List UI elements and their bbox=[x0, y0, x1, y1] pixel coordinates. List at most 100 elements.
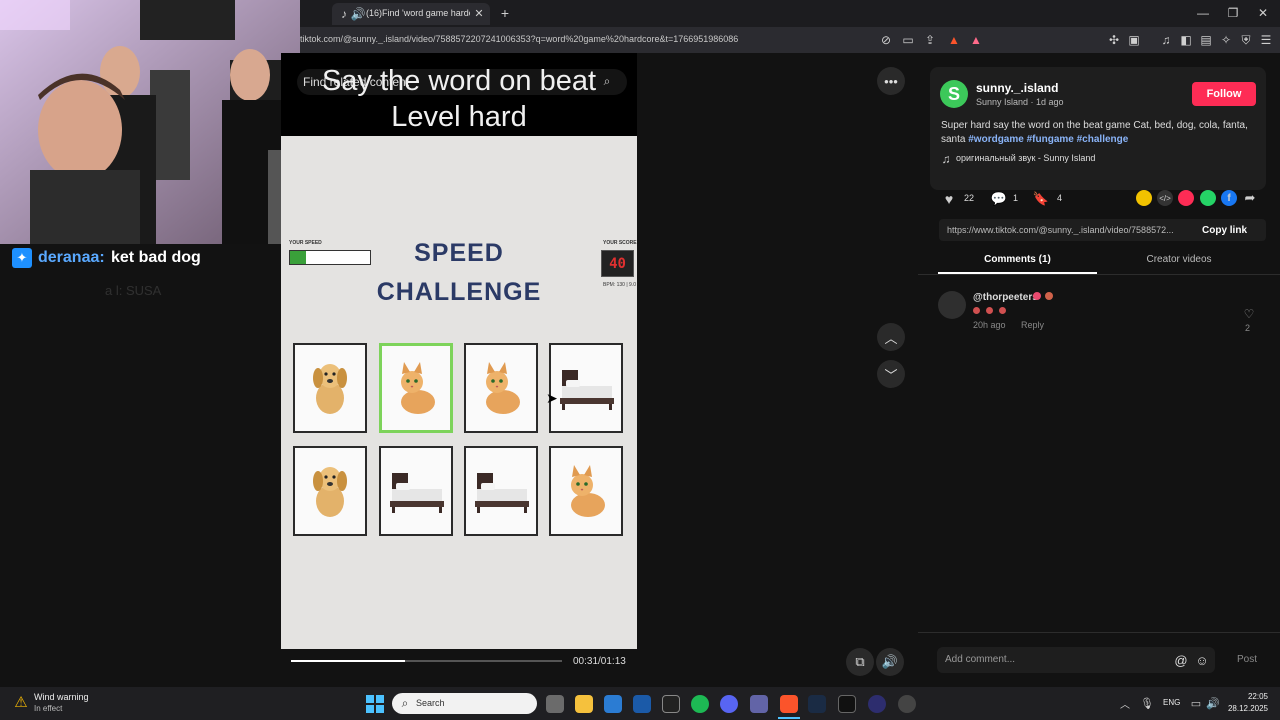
epic-games-icon[interactable] bbox=[662, 695, 680, 713]
screenshot-icon[interactable]: ▣ bbox=[1126, 32, 1142, 48]
hashtag[interactable]: #challenge bbox=[1077, 134, 1129, 145]
sidebar-icon[interactable]: ◧ bbox=[1178, 32, 1194, 48]
webcam-overlay bbox=[0, 0, 300, 244]
store-icon[interactable] bbox=[604, 695, 622, 713]
minimize-icon[interactable]: — bbox=[1196, 5, 1210, 21]
new-tab-icon[interactable]: + bbox=[498, 5, 512, 21]
chat-message: ket bad dog bbox=[111, 249, 201, 266]
speaker-icon[interactable]: 🔊 bbox=[351, 7, 366, 21]
menu-icon[interactable]: ☰ bbox=[1258, 32, 1274, 48]
comment-avatar[interactable] bbox=[938, 291, 966, 319]
bed-icon bbox=[560, 370, 614, 410]
next-video-icon[interactable]: ﹀ bbox=[877, 360, 905, 388]
telegram-icon[interactable] bbox=[633, 695, 651, 713]
comment-count: 1 bbox=[1013, 193, 1019, 203]
emoji-icon[interactable]: ☺ bbox=[1194, 652, 1210, 668]
brave-shield-icon[interactable]: ▲ bbox=[946, 32, 962, 48]
tab-creator-videos[interactable]: Creator videos bbox=[1098, 250, 1260, 274]
save-count: 4 bbox=[1057, 193, 1063, 203]
heart-icon[interactable]: ♥ bbox=[940, 190, 958, 208]
rewards-icon[interactable]: ▲ bbox=[968, 32, 984, 48]
volume-icon[interactable]: 🔊 bbox=[876, 648, 904, 676]
author-username[interactable]: sunny._.island bbox=[976, 81, 1058, 95]
music-note-icon: ♫ bbox=[941, 152, 951, 166]
microphone-icon[interactable]: 🎙 bbox=[1140, 696, 1154, 710]
spotify-icon[interactable] bbox=[691, 695, 709, 713]
comment-like-icon[interactable]: ♡ bbox=[1242, 307, 1256, 321]
card-cat bbox=[549, 446, 623, 536]
follow-button[interactable]: Follow bbox=[1192, 82, 1256, 106]
task-view-icon[interactable] bbox=[546, 695, 564, 713]
send-icon[interactable] bbox=[1178, 190, 1194, 206]
hashtag[interactable]: #fungame bbox=[1027, 134, 1074, 145]
obs-icon[interactable] bbox=[868, 695, 886, 713]
whatsapp-icon[interactable] bbox=[1200, 190, 1216, 206]
more-options-icon[interactable]: ••• bbox=[877, 67, 905, 95]
video-time: 00:31/01:13 bbox=[573, 656, 626, 667]
card-dog bbox=[293, 446, 367, 536]
comment-username[interactable]: @thorpeeters bbox=[973, 292, 1038, 303]
volume-tray-icon[interactable]: 🔊 bbox=[1206, 696, 1220, 710]
share-icon[interactable]: ⇪ bbox=[922, 32, 938, 48]
file-explorer-icon[interactable] bbox=[575, 695, 593, 713]
brave-icon[interactable] bbox=[780, 695, 798, 713]
video-player[interactable]: Find related content ⌕ Say the word on b… bbox=[281, 53, 637, 649]
progress-fill bbox=[291, 660, 405, 662]
weather-title[interactable]: Wind warning bbox=[34, 692, 89, 702]
post-button[interactable]: Post bbox=[1237, 654, 1257, 665]
discord-icon[interactable] bbox=[720, 695, 738, 713]
leo-ai-icon[interactable]: ✧ bbox=[1218, 32, 1234, 48]
weather-warning-icon[interactable]: ⚠ bbox=[12, 693, 30, 711]
teams-icon[interactable] bbox=[750, 695, 768, 713]
vpn-icon[interactable]: ⛨ bbox=[1238, 32, 1254, 48]
clock-time[interactable]: 22:05 bbox=[1234, 692, 1268, 701]
tab-comments[interactable]: Comments (1) bbox=[938, 250, 1097, 274]
wallet-icon[interactable]: ▤ bbox=[1198, 32, 1214, 48]
close-tab-icon[interactable]: ✕ bbox=[472, 6, 486, 20]
tray-chevron-icon[interactable]: ︿ bbox=[1118, 696, 1132, 711]
previous-video-icon[interactable]: ︿ bbox=[877, 323, 905, 351]
speed-title: SPEED bbox=[414, 239, 504, 267]
settings-app-icon[interactable] bbox=[898, 695, 916, 713]
taskbar-search-placeholder: Search bbox=[416, 698, 445, 708]
language-indicator[interactable]: ENG bbox=[1163, 698, 1180, 707]
comment-input-placeholder: Add comment... bbox=[945, 654, 1016, 665]
extensions-icon[interactable]: ✣ bbox=[1106, 32, 1122, 48]
network-icon[interactable]: ▭ bbox=[1189, 696, 1203, 710]
cast-icon[interactable]: ▭ bbox=[900, 32, 916, 48]
comment-icon[interactable]: 💬 bbox=[990, 190, 1008, 208]
hashtag[interactable]: #wordgame bbox=[968, 134, 1024, 145]
progress-track[interactable] bbox=[291, 660, 562, 662]
share-arrow-icon[interactable]: ➦ bbox=[1242, 190, 1258, 206]
no-tracking-icon[interactable]: ⊘ bbox=[878, 32, 894, 48]
url-field[interactable]: tiktok.com/@sunny._.island/video/7588572… bbox=[300, 34, 860, 44]
avatar[interactable]: S bbox=[940, 80, 968, 108]
terminal-icon[interactable] bbox=[838, 695, 856, 713]
mention-icon[interactable]: @ bbox=[1173, 652, 1189, 668]
floating-player-icon[interactable]: ⧉ bbox=[846, 648, 874, 676]
input-divider bbox=[918, 632, 1280, 633]
card-dog bbox=[293, 343, 367, 433]
copy-link-button[interactable]: Copy link bbox=[1202, 225, 1247, 236]
taskbar-search[interactable] bbox=[392, 693, 537, 714]
facebook-icon[interactable]: f bbox=[1221, 190, 1237, 206]
emoji-share-icon[interactable] bbox=[1136, 190, 1152, 206]
chat-username: deranaa: bbox=[38, 249, 105, 266]
cat-icon bbox=[571, 465, 605, 517]
embed-icon[interactable]: </> bbox=[1157, 190, 1173, 206]
comment-reply-button[interactable]: Reply bbox=[1021, 320, 1044, 330]
chat-badge-icon: ✦ bbox=[12, 248, 32, 268]
bookmark-icon[interactable]: 🔖 bbox=[1032, 190, 1050, 208]
clock-date[interactable]: 28.12.2025 bbox=[1226, 704, 1268, 713]
sound-name[interactable]: оригинальный звук - Sunny Island bbox=[956, 153, 1095, 163]
windows-start-icon[interactable] bbox=[366, 695, 384, 713]
close-window-icon[interactable]: ✕ bbox=[1256, 5, 1270, 21]
challenge-title: CHALLENGE bbox=[376, 278, 542, 306]
browser-tab[interactable]: ♪ 🔊 (16)Find 'word game hardco ✕ bbox=[332, 3, 490, 25]
maximize-icon[interactable]: ❐ bbox=[1226, 5, 1240, 21]
comment-emoji-row bbox=[973, 306, 1009, 315]
video-link[interactable]: https://www.tiktok.com/@sunny._.island/v… bbox=[947, 225, 1193, 235]
music-icon[interactable]: ♫ bbox=[1158, 32, 1174, 48]
steam-icon[interactable] bbox=[808, 695, 826, 713]
bed-icon bbox=[475, 473, 529, 513]
